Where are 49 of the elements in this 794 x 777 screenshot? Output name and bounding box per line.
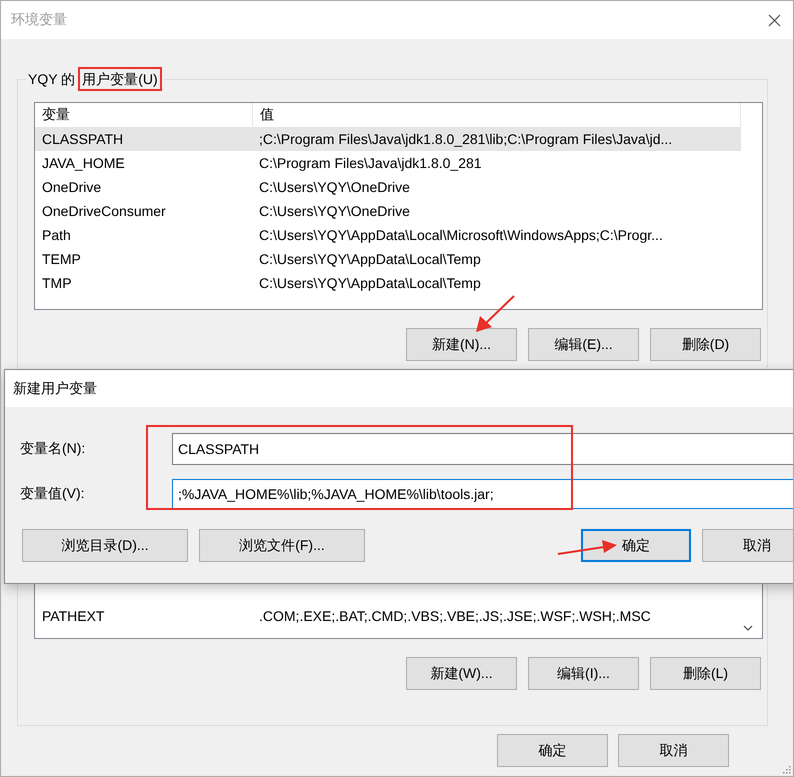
list-row[interactable]: TMP C:\Users\YQY\AppData\Local\Temp [35, 271, 741, 295]
ok-button[interactable]: 确定 [581, 529, 691, 562]
list-row[interactable]: JAVA_HOME C:\Program Files\Java\jdk1.8.0_281 [35, 151, 741, 175]
field-label: 变量值(V): [20, 485, 86, 503]
list-button[interactable]: 新建(W)... [406, 657, 517, 690]
field-label: 变量名(N): [20, 440, 86, 458]
variable-name: TEMP [41, 251, 82, 267]
input-field[interactable]: CLASSPATH [172, 433, 793, 465]
list-row[interactable]: OneDriveConsumer C:\Users\YQY\OneDrive [35, 199, 741, 223]
variable-name: TMP [41, 275, 73, 291]
variable-name: Path [41, 227, 72, 243]
variable-value: C:\Users\YQY\AppData\Local\Microsoft\WindowsApps;C:\Progr... [258, 227, 664, 243]
close-icon[interactable] [768, 14, 781, 26]
browse-button[interactable]: 浏览文件(F)... [199, 529, 365, 562]
variable-value: C:\Program Files\Java\jdk1.8.0_281 [258, 155, 483, 171]
group-label: 用户变量(U) [82, 70, 158, 88]
arrow-annotation [476, 295, 515, 332]
variable-value: C:\Users\YQY\OneDrive [258, 179, 411, 195]
list-row[interactable]: Path C:\Users\YQY\AppData\Local\Microsoft\WindowsApps;C:\Progr... [35, 223, 741, 247]
variable-value: ;C:\Program Files\Java\jdk1.8.0_281\lib;C:\Program Files\Java\jd... [258, 131, 674, 147]
cancel-button[interactable]: 取消 [702, 529, 793, 562]
input-field[interactable]: ;%JAVA_HOME%\lib;%JAVA_HOME%\lib\tools.jar; [172, 479, 793, 509]
resize-grip-icon [781, 764, 791, 774]
dialog-title: 新建用户变量 [13, 380, 97, 398]
variable-name: OneDriveConsumer [41, 203, 167, 219]
group-label-owner: YQY 的 [28, 70, 76, 88]
variable-value: C:\Users\YQY\AppData\Local\Temp [258, 275, 482, 291]
browse-button[interactable]: 浏览目录(D)... [22, 529, 188, 562]
list-row[interactable]: OneDrive C:\Users\YQY\OneDrive [35, 175, 741, 199]
list-button[interactable]: 删除(D) [650, 328, 761, 361]
list-row[interactable]: PATHEXT .COM;.EXE;.BAT;.CMD;.VBS;.VBE;.JS;.JSE;.WSF;.WSH;.MSC [35, 604, 741, 628]
arrow-annotation [558, 540, 617, 555]
window-title: 环境变量 [11, 11, 67, 29]
variable-value: .COM;.EXE;.BAT;.CMD;.VBS;.VBE;.JS;.JSE;.WSF;.WSH;.MSC [258, 608, 652, 624]
variable-name: JAVA_HOME [41, 155, 126, 171]
scroll-down-icon[interactable] [743, 625, 753, 631]
ok-button[interactable]: 确定 [497, 734, 608, 767]
variable-name: CLASSPATH [41, 131, 124, 147]
list-button[interactable]: 编辑(I)... [528, 657, 639, 690]
variable-name: OneDrive [41, 179, 102, 195]
list-button[interactable]: 删除(L) [650, 657, 761, 690]
list-row[interactable]: TEMP C:\Users\YQY\AppData\Local\Temp [35, 247, 741, 271]
list-button[interactable]: 新建(N)... [406, 328, 517, 361]
cancel-button[interactable]: 取消 [618, 734, 729, 767]
variable-value: C:\Users\YQY\OneDrive [258, 203, 411, 219]
list-button[interactable]: 编辑(E)... [528, 328, 639, 361]
variable-value: C:\Users\YQY\AppData\Local\Temp [258, 251, 482, 267]
variable-name: PATHEXT [41, 608, 106, 624]
list-row[interactable]: CLASSPATH ;C:\Program Files\Java\jdk1.8.0_281\lib;C:\Program Files\Java\jd... [35, 127, 741, 151]
